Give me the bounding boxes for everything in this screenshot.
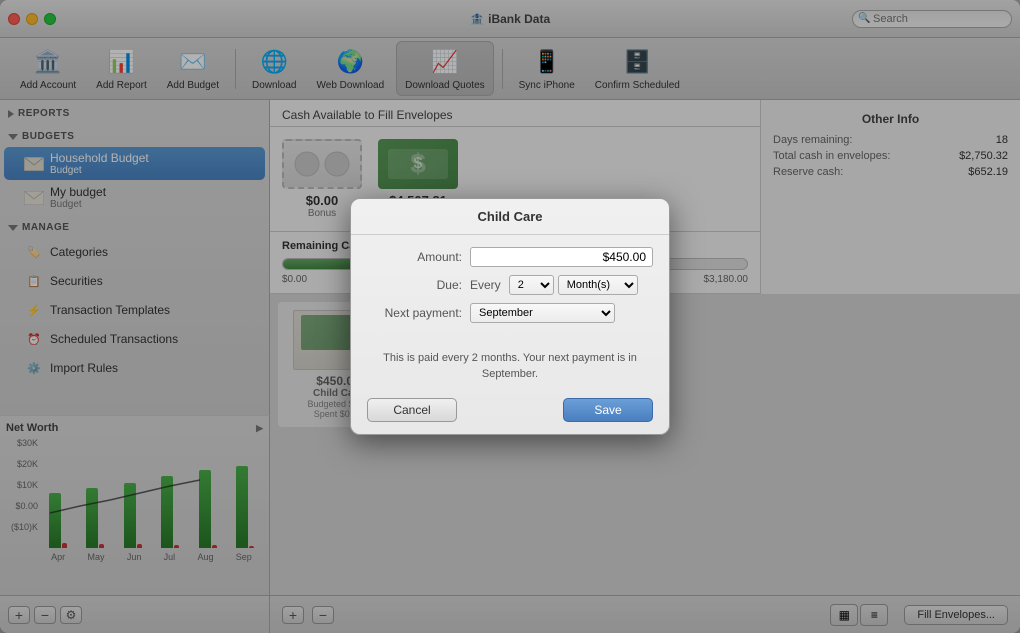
modal-amount-label: Amount: [367, 250, 462, 264]
app-window: 🏦 iBank Data 🔍 🏛️ Add Account 📊 Add Repo… [0, 0, 1020, 633]
modal-cancel-button[interactable]: Cancel [367, 398, 457, 422]
modal-save-button[interactable]: Save [563, 398, 653, 422]
modal-row-amount: Amount: [367, 247, 653, 267]
modal-due-every-label: Every [470, 278, 501, 292]
modal-due-unit-select[interactable]: Month(s) Day(s) Week(s) Year(s) [558, 275, 638, 295]
modal-due-controls: Every 2 1 3 4 Month(s) Day(s) Week(s) Ye… [470, 275, 638, 295]
modal-next-payment-select[interactable]: September JanuaryFebruaryMarch AprilMayJ… [470, 303, 615, 323]
modal-amount-input[interactable] [470, 247, 653, 267]
modal-body: Amount: Due: Every 2 1 3 4 [351, 235, 669, 343]
modal-next-payment-label: Next payment: [367, 306, 462, 320]
modal-title: Child Care [351, 199, 669, 235]
modal-row-due: Due: Every 2 1 3 4 Month(s) Day(s) Week( [367, 275, 653, 295]
modal-overlay: Child Care Amount: Due: Every 2 1 3 [0, 0, 1020, 633]
modal-row-next-payment: Next payment: September JanuaryFebruaryM… [367, 303, 653, 323]
modal-dialog: Child Care Amount: Due: Every 2 1 3 [350, 198, 670, 435]
modal-info-text: This is paid every 2 months. Your next p… [351, 343, 669, 390]
modal-buttons: Cancel Save [351, 390, 669, 434]
modal-due-label: Due: [367, 278, 462, 292]
modal-due-number-select[interactable]: 2 1 3 4 [509, 275, 554, 295]
